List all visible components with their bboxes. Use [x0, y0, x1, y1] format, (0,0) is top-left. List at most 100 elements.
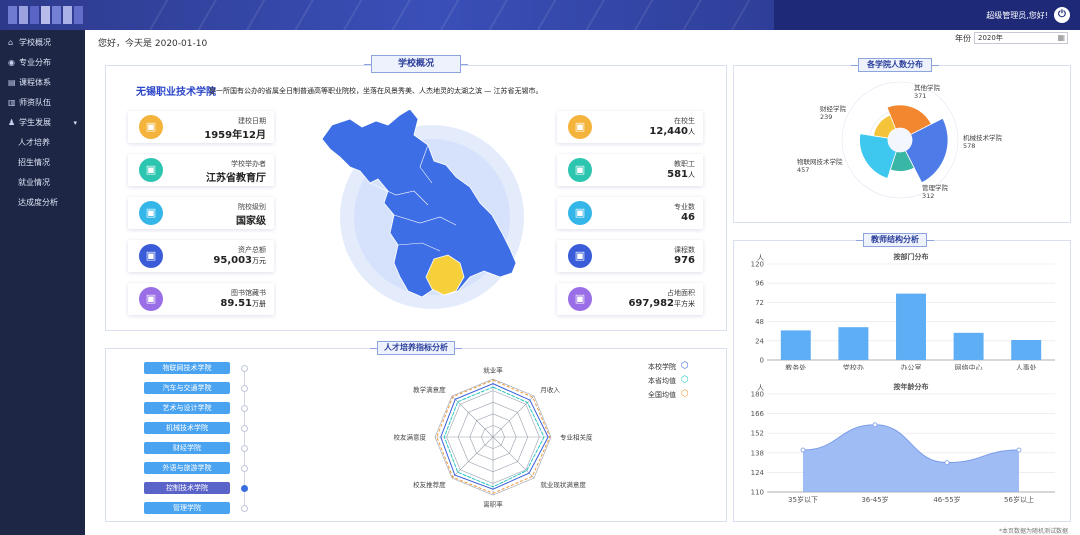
college-tab[interactable]: 外语与旅游学院 [144, 462, 230, 474]
rose-label-value: 578 [963, 142, 976, 150]
legend-label: 本校学院 [648, 363, 676, 371]
college-tab[interactable]: 艺术与设计学院 [144, 402, 230, 414]
hexagon-icon: ⬡ [681, 389, 689, 399]
hexagon-icon: ⬡ [681, 361, 689, 371]
y-tick-label: 180 [751, 391, 764, 399]
power-icon[interactable]: ⏻ [1054, 7, 1070, 23]
x-tick-label: 36-45岁 [861, 495, 888, 504]
rose-label: 管理学院 312 [922, 184, 948, 200]
bar[interactable] [780, 330, 811, 360]
chart-title: 按年龄分布 [894, 382, 929, 391]
teacher-icon: ▥ [8, 98, 16, 107]
y-tick-label: 96 [755, 280, 764, 288]
timeline-dot[interactable] [241, 365, 248, 372]
stat-card: ▣ 资产总额 95,003万元 [128, 240, 274, 272]
timeline-dot[interactable] [241, 425, 248, 432]
y-tick-label: 152 [751, 430, 764, 438]
chart-title: 按部门分布 [894, 252, 929, 261]
y-tick-label: 72 [755, 299, 764, 307]
y-tick-label: 138 [751, 449, 764, 457]
year-picker[interactable]: 2020年 ▦ [974, 32, 1068, 44]
college-tab[interactable]: 财经学院 [144, 442, 230, 454]
age-area-chart: 人按年龄分布11012413815216618035岁以下 36-45岁 46-55… [751, 382, 1055, 504]
stat-label: 占地面积 [667, 289, 695, 297]
sidebar-item-faculty[interactable]: ▥ 师资队伍 [0, 94, 85, 112]
y-tick-label: 48 [755, 318, 764, 326]
rose-label: 财经学院 239 [820, 105, 846, 121]
bar[interactable] [896, 293, 926, 360]
header-decoration [120, 0, 770, 30]
x-tick-label: 人事处 [1016, 363, 1037, 370]
timeline-dot[interactable] [241, 465, 248, 472]
user-zone: 超级管理员,您好! ⏻ [774, 0, 1080, 30]
student-icon: ♟ [8, 118, 16, 127]
calendar-icon[interactable]: ▦ [1057, 33, 1065, 43]
age-point[interactable] [872, 422, 878, 428]
sidebar-subitem-achievement-analysis[interactable]: 达成度分析 [0, 194, 85, 212]
timeline-dot[interactable] [241, 405, 248, 412]
stat-label: 资产总额 [238, 246, 266, 254]
radar-axis-label: 专业相关度 [560, 433, 593, 442]
age-point[interactable] [800, 447, 806, 453]
open-book-icon: ▣ [568, 201, 592, 225]
college-tab[interactable]: 机械技术学院 [144, 422, 230, 434]
sidebar-item-major-distribution[interactable]: ◉ 专业分布 [0, 54, 85, 72]
teacher-structure-title: 教师结构分析 [856, 233, 934, 247]
legend-item: 本省均值 ⬡ [648, 376, 689, 386]
bar[interactable] [953, 332, 984, 360]
sidebar-item-student-development[interactable]: ♟ 学生发展 ▾ [0, 114, 85, 132]
sidebar-subitem-talent-cultivation[interactable]: 人才培养 [0, 134, 85, 152]
stat-value: 976 [674, 255, 695, 266]
graduate-icon: ▣ [568, 115, 592, 139]
location-pin-icon: ◉ [8, 58, 15, 67]
timeline-dot[interactable] [241, 385, 248, 392]
y-tick-label: 24 [755, 337, 764, 345]
college-tab[interactable]: 汽车与交通学院 [144, 382, 230, 394]
sidebar-item-label: 课程体系 [19, 78, 51, 87]
stat-label: 教职工 [674, 160, 695, 168]
stat-card: ▣ 课程数 976 [557, 240, 703, 272]
school-icon: ⌂ [8, 38, 14, 47]
talent-panel-title: 人才培养指标分析 [370, 341, 462, 355]
stat-value: 46 [681, 212, 695, 223]
stat-card: ▣ 建校日期 1959年12月 [128, 111, 274, 143]
staff-icon: ▣ [568, 158, 592, 182]
timeline-dot[interactable] [241, 445, 248, 452]
legend-label: 本省均值 [648, 377, 676, 385]
logo-block [19, 6, 28, 24]
rose-label-name: 其他学院 [914, 84, 940, 92]
rose-label: 其他学院 371 [914, 84, 940, 100]
stat-card: ▣ 院校级别 国家级 [128, 197, 274, 229]
campus-icon: ▣ [568, 287, 592, 311]
college-distribution-title: 各学院人数分布 [851, 58, 939, 72]
sidebar-item-school-overview[interactable]: ⌂ 学校概况 [0, 34, 85, 52]
age-point[interactable] [1016, 447, 1022, 453]
sidebar-subitem-enrollment[interactable]: 招生情况 [0, 154, 85, 172]
radar-axis-label: 就业率 [483, 366, 503, 375]
timeline-dot[interactable] [241, 485, 248, 492]
stat-card: ▣ 专业数 46 [557, 197, 703, 229]
radar-axis-label: 校友满意度 [394, 433, 427, 442]
college-tab[interactable]: 管理学院 [144, 502, 230, 514]
rose-label-value: 457 [797, 166, 810, 174]
college-tab[interactable]: 控制技术学院 [144, 482, 230, 494]
sidebar-item-curriculum[interactable]: ▤ 课程体系 [0, 74, 85, 92]
department-bar-chart: 人按部门分布024487296120教务处 党校办 办公室 网络中心 人事处 [751, 252, 1055, 370]
rose-label-name: 机械技术学院 [963, 134, 1002, 142]
age-point[interactable] [944, 460, 950, 465]
stat-label: 在校生 [674, 117, 695, 125]
stat-value: 12,440人 [649, 126, 695, 137]
bar[interactable] [838, 327, 869, 360]
stat-label: 专业数 [674, 203, 695, 211]
building-icon: ▣ [139, 201, 163, 225]
bar[interactable] [1011, 340, 1042, 360]
timeline-dot[interactable] [241, 505, 248, 512]
money-bag-icon: ▣ [139, 244, 163, 268]
rose-chart [841, 81, 959, 199]
stat-label: 建校日期 [238, 117, 266, 125]
sidebar-item-label: 师资队伍 [19, 98, 51, 107]
sidebar-subitem-employment[interactable]: 就业情况 [0, 174, 85, 192]
rose-label-name: 财经学院 [820, 105, 846, 113]
college-tab[interactable]: 物联网技术学院 [144, 362, 230, 374]
rose-center [888, 128, 912, 152]
